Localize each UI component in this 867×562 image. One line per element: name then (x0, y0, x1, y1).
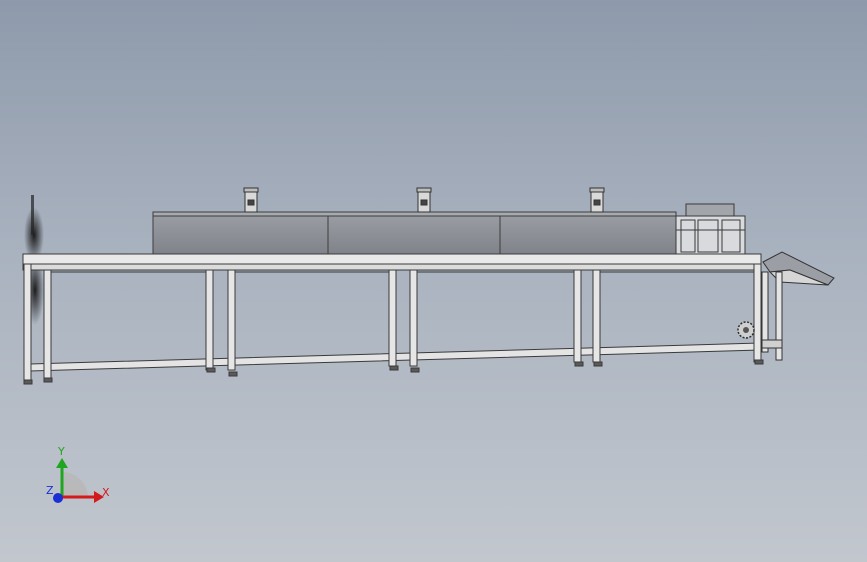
top-rail (22, 253, 762, 265)
cad-viewport[interactable]: Y X Z (0, 0, 867, 562)
conveyor-frame[interactable] (22, 253, 764, 385)
housing-section-3 (499, 214, 677, 256)
housing-section-1 (152, 214, 329, 256)
discharge-chute[interactable] (761, 251, 835, 361)
triad-z-label: Z (46, 484, 54, 497)
exit-cabinet[interactable] (675, 203, 746, 255)
vent-2 (416, 187, 432, 213)
model-drawing: Y X Z (22, 187, 835, 503)
exhaust-vents[interactable] (243, 187, 605, 213)
triad-y-label: Y (57, 445, 65, 458)
gear-sprocket-icon (737, 321, 755, 339)
housing-section-2 (327, 214, 501, 256)
vent-1 (243, 187, 259, 213)
tunnel-housing[interactable] (152, 211, 677, 256)
vent-3 (589, 187, 605, 213)
triad-x-label: X (102, 486, 110, 499)
coordinate-triad-icon: Y X Z (46, 445, 110, 503)
